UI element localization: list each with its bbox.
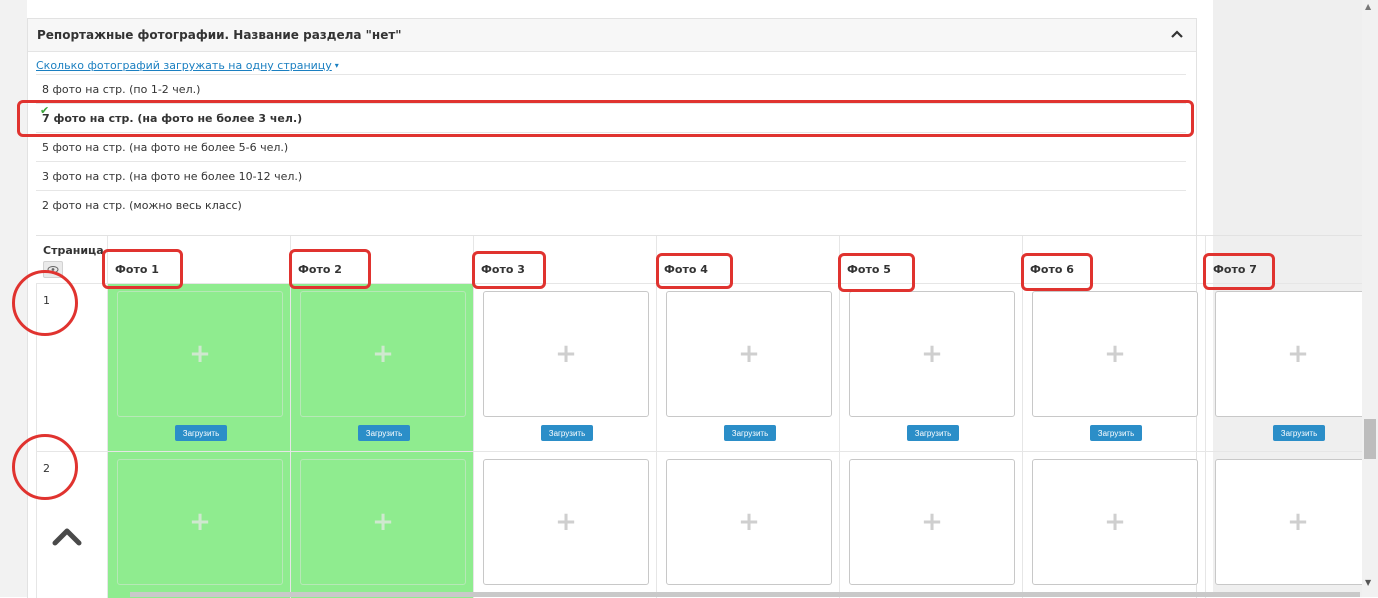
- photo-drop-slot[interactable]: +: [666, 459, 832, 585]
- upload-button[interactable]: Загрузить: [1090, 425, 1142, 441]
- photo-cell: +: [107, 452, 291, 598]
- scroll-up-icon[interactable]: ▲: [1365, 2, 1371, 11]
- per-page-option[interactable]: 5 фото на стр. (на фото не более 5-6 чел…: [36, 132, 1186, 162]
- page-left-strip: [0, 0, 27, 597]
- plus-icon: +: [1287, 507, 1309, 537]
- plus-icon: +: [555, 507, 577, 537]
- plus-icon: +: [372, 339, 394, 369]
- column-header-label: Фото 3: [481, 263, 525, 276]
- column-header: Фото 7: [1205, 236, 1362, 283]
- per-page-link[interactable]: Сколько фотографий загружать на одну стр…: [36, 59, 339, 72]
- section-title: Репортажные фотографии. Название раздела…: [37, 28, 402, 42]
- photo-cell: + Загрузить: [473, 284, 657, 451]
- column-header: Фото 2: [290, 236, 474, 283]
- per-page-option-label: 2 фото на стр. (можно весь класс): [42, 199, 242, 212]
- column-header: Фото 6: [1022, 236, 1206, 283]
- column-header: Фото 1: [107, 236, 291, 283]
- photo-drop-slot[interactable]: +: [483, 291, 649, 417]
- photo-cell: + Загрузить: [839, 284, 1023, 451]
- panel-header: Репортажные фотографии. Название раздела…: [28, 19, 1196, 52]
- vertical-scrollbar[interactable]: [1362, 0, 1378, 597]
- upload-button[interactable]: Загрузить: [358, 425, 410, 441]
- photo-cell: +: [473, 452, 657, 598]
- upload-button[interactable]: Загрузить: [907, 425, 959, 441]
- plus-icon: +: [189, 339, 211, 369]
- plus-icon: +: [372, 507, 394, 537]
- photo-grid: Страница Фото 1 Фото 2 Фото 3 Фото 4 Фото 5 Ф…: [36, 235, 1362, 598]
- chevron-up-icon[interactable]: [1171, 29, 1183, 39]
- eye-icon[interactable]: [43, 261, 63, 278]
- scroll-down-icon[interactable]: ▼: [1365, 578, 1371, 587]
- per-page-option-label: 8 фото на стр. (по 1-2 чел.): [42, 83, 201, 96]
- photo-drop-slot[interactable]: +: [117, 459, 283, 585]
- plus-icon: +: [1104, 339, 1126, 369]
- photo-drop-slot[interactable]: +: [117, 291, 283, 417]
- photo-drop-slot[interactable]: +: [1215, 459, 1362, 585]
- per-page-option-label: 7 фото на стр. (на фото не более 3 чел.): [42, 112, 303, 125]
- photo-cell: + Загрузить: [107, 284, 291, 451]
- vertical-scroll-thumb[interactable]: [1364, 419, 1376, 459]
- caret-down-icon: ▾: [334, 61, 339, 70]
- photo-drop-slot[interactable]: +: [666, 291, 832, 417]
- page-number: 2: [43, 462, 50, 475]
- plus-icon: +: [189, 507, 211, 537]
- photo-cell: + Загрузить: [1022, 284, 1206, 451]
- column-header-label: Фото 6: [1030, 263, 1074, 276]
- page-column-header: Страница: [36, 236, 106, 283]
- per-page-option[interactable]: 2 фото на стр. (можно весь класс): [36, 190, 1186, 220]
- photo-drop-slot[interactable]: +: [483, 459, 649, 585]
- upload-button[interactable]: Загрузить: [541, 425, 593, 441]
- plus-icon: +: [738, 507, 760, 537]
- upload-button[interactable]: Загрузить: [1273, 425, 1325, 441]
- per-page-option[interactable]: 7 фото на стр. (на фото не более 3 чел.)…: [36, 103, 1186, 133]
- plus-icon: +: [921, 507, 943, 537]
- photo-drop-slot[interactable]: +: [300, 459, 466, 585]
- photo-cell: + Загрузить: [1205, 284, 1362, 451]
- column-header-label: Фото 4: [664, 263, 708, 276]
- photo-cell: +: [1205, 452, 1362, 598]
- per-page-option[interactable]: 3 фото на стр. (на фото не более 10-12 ч…: [36, 161, 1186, 191]
- column-header-label: Фото 5: [847, 263, 891, 276]
- plus-icon: +: [738, 339, 760, 369]
- per-page-link-label: Сколько фотографий загружать на одну стр…: [36, 59, 332, 72]
- photo-cell: + Загрузить: [656, 284, 840, 451]
- photo-drop-slot[interactable]: +: [1215, 291, 1362, 417]
- photo-drop-slot[interactable]: +: [300, 291, 466, 417]
- scroll-to-top-icon[interactable]: [52, 525, 82, 547]
- page-number: 1: [43, 294, 50, 307]
- photo-cell: + Загрузить: [290, 284, 474, 451]
- column-header: Фото 4: [656, 236, 840, 283]
- page-header-label: Страница: [43, 244, 104, 257]
- per-page-option-label: 5 фото на стр. (на фото не более 5-6 чел…: [42, 141, 289, 154]
- photo-drop-slot[interactable]: +: [1032, 291, 1198, 417]
- photo-drop-slot[interactable]: +: [849, 459, 1015, 585]
- column-header-label: Фото 2: [298, 263, 342, 276]
- plus-icon: +: [921, 339, 943, 369]
- column-header-label: Фото 7: [1213, 263, 1257, 276]
- upload-button[interactable]: Загрузить: [724, 425, 776, 441]
- photo-cell: +: [290, 452, 474, 598]
- plus-icon: +: [555, 339, 577, 369]
- photo-cell: +: [656, 452, 840, 598]
- column-header: Фото 5: [839, 236, 1023, 283]
- photo-cell: +: [1022, 452, 1206, 598]
- plus-icon: +: [1104, 507, 1126, 537]
- per-page-option-label: 3 фото на стр. (на фото не более 10-12 ч…: [42, 170, 303, 183]
- plus-icon: +: [1287, 339, 1309, 369]
- column-header: Фото 3: [473, 236, 657, 283]
- column-header-label: Фото 1: [115, 263, 159, 276]
- photo-cell: +: [839, 452, 1023, 598]
- photo-drop-slot[interactable]: +: [849, 291, 1015, 417]
- per-page-option[interactable]: 8 фото на стр. (по 1-2 чел.): [36, 74, 1186, 104]
- horizontal-scrollbar[interactable]: [130, 592, 1360, 597]
- upload-button[interactable]: Загрузить: [175, 425, 227, 441]
- page-row-header: 1: [36, 283, 106, 451]
- photo-drop-slot[interactable]: +: [1032, 459, 1198, 585]
